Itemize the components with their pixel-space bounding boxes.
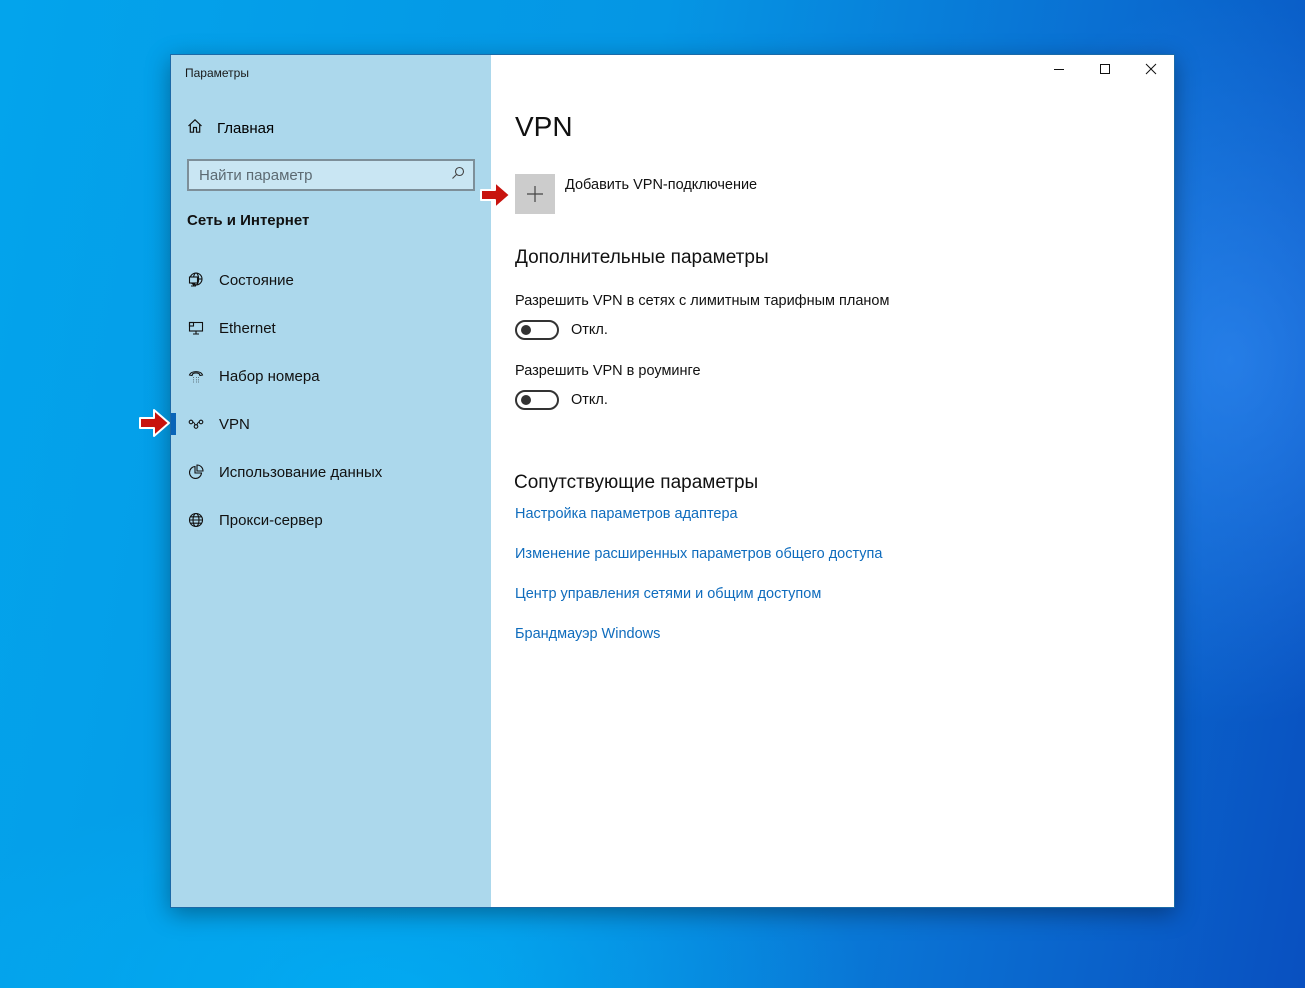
metered-toggle[interactable]: Откл. (515, 320, 608, 340)
settings-window: Параметры Главная Сеть и Интернет (170, 54, 1175, 908)
annotation-arrow-vpn (139, 409, 170, 437)
annotation-arrow-add-vpn (480, 181, 511, 209)
toggle-knob (521, 325, 531, 335)
maximize-button[interactable] (1082, 55, 1128, 87)
ethernet-icon (187, 319, 205, 337)
window-controls (1036, 55, 1174, 87)
sidebar-item-data-usage[interactable]: Использование данных (171, 448, 491, 496)
add-vpn-label: Добавить VPN-подключение (565, 177, 758, 193)
sidebar-item-label: Использование данных (219, 463, 383, 481)
dialup-icon (187, 367, 205, 385)
close-button[interactable] (1128, 55, 1174, 87)
sidebar-item-label: Набор номера (219, 367, 320, 385)
main-content: VPN Добавить VPN-подключение Дополнитель… (491, 55, 1174, 907)
minimize-button[interactable] (1036, 55, 1082, 87)
search-box[interactable] (187, 159, 475, 191)
data-usage-icon (187, 463, 205, 481)
vpn-icon (187, 415, 205, 433)
sidebar-item-label: VPN (219, 415, 250, 433)
section-label: Сеть и Интернет (187, 212, 310, 229)
maximize-icon (1099, 62, 1111, 80)
link-sharing-settings[interactable]: Изменение расширенных параметров общего … (515, 546, 882, 562)
plus-icon (515, 174, 555, 214)
network-status-icon (187, 271, 205, 289)
toggle-state: Откл. (571, 322, 608, 338)
advanced-heading: Дополнительные параметры (515, 247, 769, 268)
globe-icon (187, 511, 205, 529)
sidebar: Параметры Главная Сеть и Интернет (171, 55, 491, 907)
sidebar-item-dialup[interactable]: Набор номера (171, 352, 491, 400)
page-title: VPN (515, 111, 573, 142)
toggle-state: Откл. (571, 392, 608, 408)
app-title: Параметры (185, 66, 249, 80)
toggle-switch[interactable] (515, 320, 559, 340)
sidebar-nav: Состояние Ethernet Набор номера VPN Испо… (171, 256, 491, 544)
sidebar-item-proxy[interactable]: Прокси-сервер (171, 496, 491, 544)
sidebar-item-label: Ethernet (219, 319, 276, 337)
search-input[interactable] (199, 166, 451, 184)
link-adapter-settings[interactable]: Настройка параметров адаптера (515, 506, 738, 522)
home-icon (187, 118, 203, 139)
roaming-toggle[interactable]: Откл. (515, 390, 608, 410)
minimize-icon (1053, 62, 1065, 80)
home-label: Главная (217, 120, 275, 137)
add-vpn-button[interactable]: Добавить VPN-подключение (515, 174, 757, 214)
related-heading: Сопутствующие параметры (514, 472, 759, 493)
sidebar-item-status[interactable]: Состояние (171, 256, 491, 304)
sidebar-item-ethernet[interactable]: Ethernet (171, 304, 491, 352)
link-firewall[interactable]: Брандмауэр Windows (515, 626, 660, 642)
toggle-switch[interactable] (515, 390, 559, 410)
search-icon[interactable] (451, 166, 465, 185)
sidebar-item-vpn[interactable]: VPN (171, 400, 491, 448)
metered-setting-label: Разрешить VPN в сетях с лимитным тарифны… (515, 293, 890, 309)
sidebar-home[interactable]: Главная (187, 118, 274, 139)
close-icon (1145, 62, 1157, 80)
roaming-setting-label: Разрешить VPN в роуминге (515, 363, 701, 379)
sidebar-item-label: Прокси-сервер (219, 511, 323, 529)
sidebar-item-label: Состояние (219, 271, 294, 289)
link-network-center[interactable]: Центр управления сетями и общим доступом (515, 586, 821, 602)
toggle-knob (521, 395, 531, 405)
